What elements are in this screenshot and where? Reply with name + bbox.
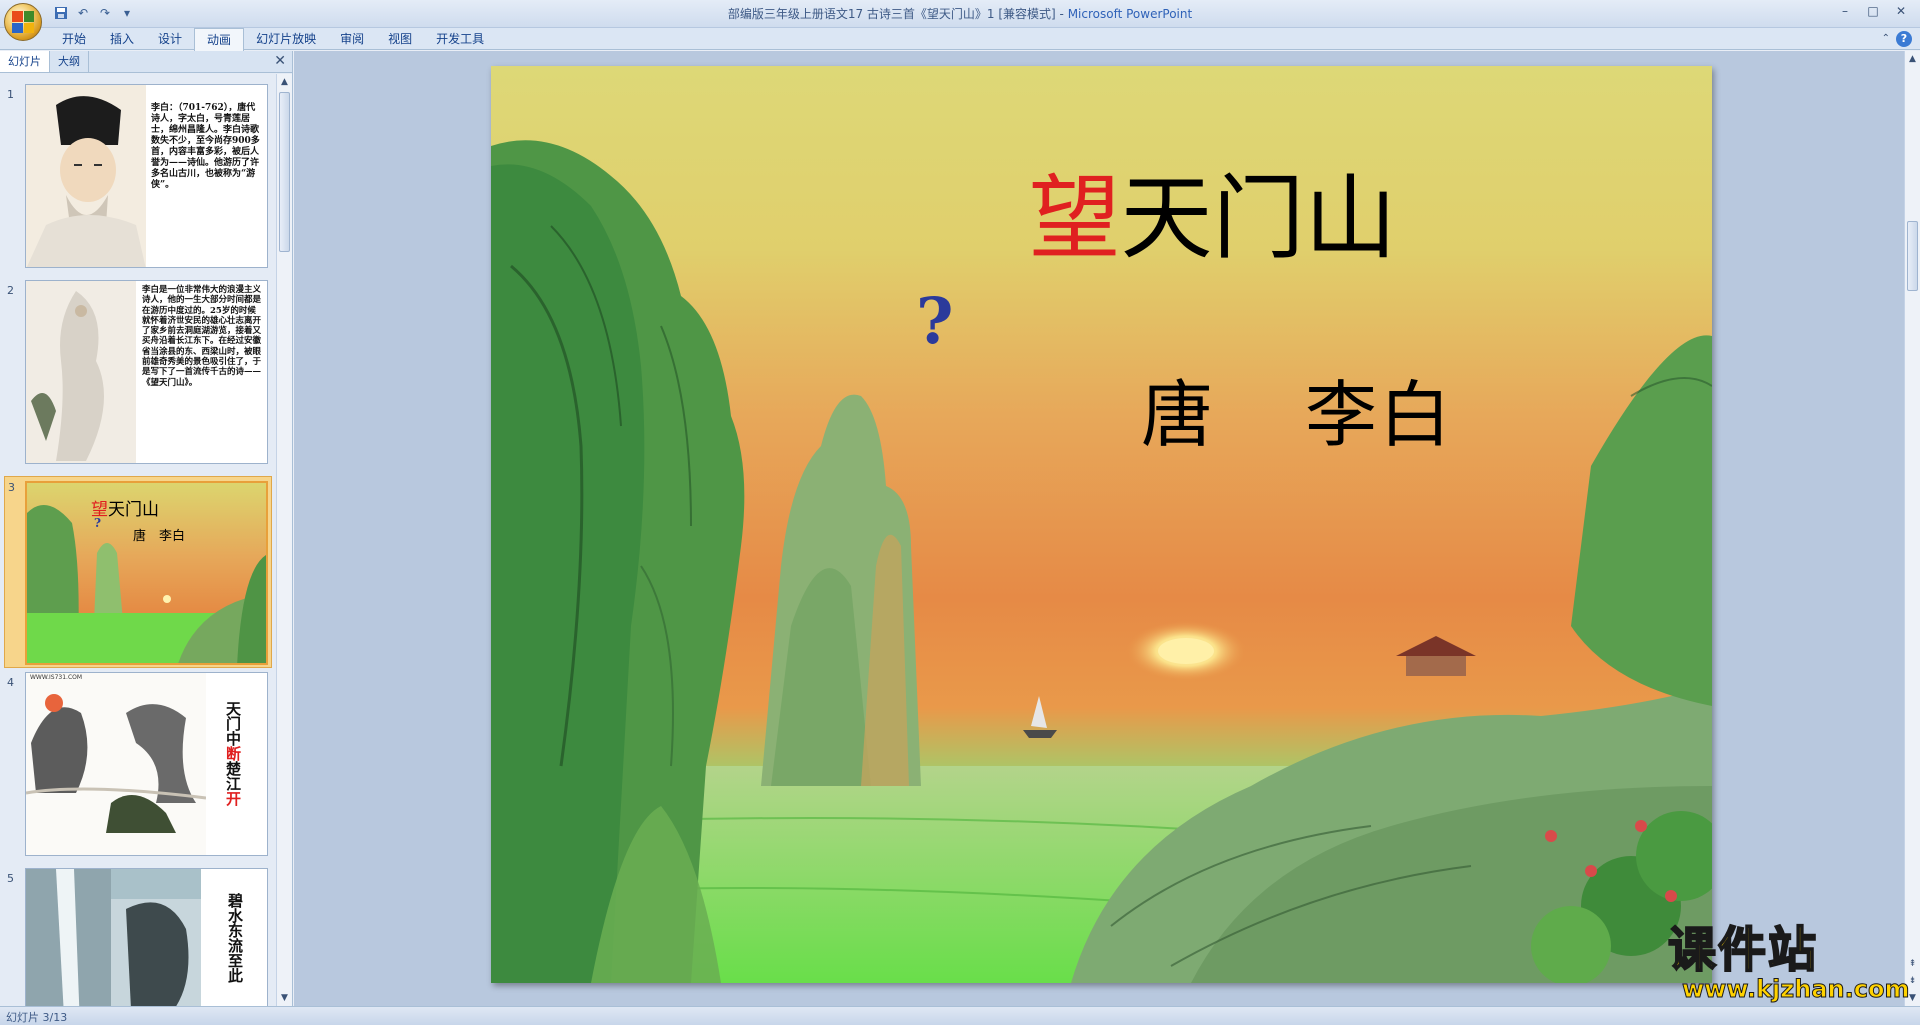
slide-text: 李白是一位非常伟大的浪漫主义诗人，他的一生大部分时间都是在游历中度过的。25岁的…	[142, 285, 262, 388]
slide-preview[interactable]: 望天门山 ? 唐 李白	[25, 481, 268, 665]
ink-painting-image	[26, 673, 206, 855]
tab-slides[interactable]: 幻灯片	[0, 51, 50, 72]
slide-number: 1	[7, 88, 14, 101]
window-title: 部编版三年级上册语文17 古诗三首《望天门山》1 [兼容模式] - Micros…	[0, 5, 1920, 22]
status-bar: 幻灯片 3/13	[0, 1006, 1920, 1025]
slide-preview[interactable]: 碧水东流至此	[25, 868, 268, 1006]
tab-slideshow[interactable]: 幻灯片放映	[244, 28, 328, 50]
slide-number: 5	[7, 872, 14, 885]
slide-editing-area: 望天门山 ? 唐 李白	[294, 51, 1904, 1006]
question-mark: ?	[94, 516, 102, 530]
slide-author: 唐 李白	[133, 529, 186, 544]
watermark-text: 课件站	[1667, 922, 1819, 978]
tab-outline[interactable]: 大纲	[50, 51, 89, 72]
slide-preview[interactable]: WWW.IS731.COM 天门中断楚江开	[25, 672, 268, 856]
slide-vertical-text: 天门中断楚江开	[224, 701, 242, 806]
title-highlight: 望	[1028, 165, 1121, 272]
tab-design[interactable]: 设计	[146, 28, 194, 50]
waterfall-image	[26, 869, 201, 1006]
office-button[interactable]	[4, 3, 42, 41]
dynasty: 唐	[1141, 373, 1216, 457]
slide-counter: 幻灯片 3/13	[6, 1011, 68, 1024]
slide-preview[interactable]: 李白：（701-762），唐代诗人，字太白，号青莲居士，绵州昌隆人。李白诗歌数失…	[25, 84, 268, 268]
office-logo-icon	[12, 11, 34, 33]
slide-thumbnail-list: 1 李白：（701-762），唐代诗人，字太白，号青莲居士，绵州昌隆人。李白诗歌…	[0, 74, 276, 1006]
scrollbar-thumb[interactable]	[279, 92, 290, 252]
document-title: 部编版三年级上册语文17 古诗三首《望天门山》1 [兼容模式]	[727, 7, 1056, 21]
slide-thumbnail-5[interactable]: 5 碧水东流至此	[0, 868, 276, 1006]
slide-author[interactable]: 唐 李白	[1141, 356, 1453, 461]
tab-insert[interactable]: 插入	[98, 28, 146, 50]
minimize-button[interactable]: –	[1832, 2, 1858, 20]
slide-thumbnail-1[interactable]: 1 李白：（701-762），唐代诗人，字太白，号青莲居士，绵州昌隆人。李白诗歌…	[0, 84, 276, 280]
title-separator: -	[1055, 7, 1068, 21]
vertical-text-black-2: 楚江	[224, 761, 242, 791]
current-slide[interactable]: 望天门山 ? 唐 李白	[491, 66, 1712, 983]
title-bar: ↶ ↷ ▾ 部编版三年级上册语文17 古诗三首《望天门山》1 [兼容模式] - …	[0, 0, 1920, 41]
app-name: Microsoft PowerPoint	[1067, 7, 1193, 21]
watermark-url: www.kjzhan.com	[1682, 975, 1910, 1003]
pane-tabs: 幻灯片 大纲 ✕	[0, 51, 292, 73]
scroll-up-icon[interactable]: ▲	[1905, 51, 1920, 67]
source-text: WWW.IS731.COM	[30, 674, 83, 681]
slide-thumbnail-3[interactable]: 3 望天门山 ? 唐 李白	[4, 476, 272, 668]
scroll-up-icon[interactable]: ▲	[277, 74, 292, 90]
poet-painting-image	[26, 281, 136, 463]
slide-title: 望天门山	[91, 495, 159, 520]
portrait-image	[26, 85, 146, 267]
slide-preview[interactable]: 李白是一位非常伟大的浪漫主义诗人，他的一生大部分时间都是在游历中度过的。25岁的…	[25, 280, 268, 464]
tab-view[interactable]: 视图	[376, 28, 424, 50]
tab-review[interactable]: 审阅	[328, 28, 376, 50]
vertical-text-red: 断	[224, 746, 242, 761]
slide-number: 4	[7, 676, 14, 689]
vertical-text-black: 天门中	[224, 701, 242, 746]
window-controls: – □ ✕	[1832, 2, 1914, 20]
slide-thumbnail-2[interactable]: 2 李白是一位非常伟大的浪漫主义诗人，他的一生大部分时间都是在游历中度过的。25…	[0, 280, 276, 476]
scroll-down-icon[interactable]: ▼	[277, 990, 292, 1006]
main-scrollbar[interactable]: ▲ ⇞ ⇟ ▼	[1904, 51, 1920, 1006]
tab-developer[interactable]: 开发工具	[424, 28, 496, 50]
slide-number: 2	[7, 284, 14, 297]
slide-title[interactable]: 望天门山	[491, 164, 1712, 274]
tab-home[interactable]: 开始	[50, 28, 98, 50]
author-name: 李白	[1305, 373, 1454, 457]
maximize-button[interactable]: □	[1860, 2, 1886, 20]
tab-animations[interactable]: 动画	[194, 28, 245, 51]
pane-close-icon[interactable]: ✕	[274, 53, 286, 69]
vertical-text-red-2: 开	[224, 791, 242, 806]
scrollbar-thumb[interactable]	[1907, 221, 1918, 291]
ribbon-tabs: 开始 插入 设计 动画 幻灯片放映 审阅 视图 开发工具	[50, 28, 496, 51]
question-mark: ?	[916, 284, 954, 359]
ribbon-minimize-icon[interactable]: ⌃	[1882, 33, 1890, 44]
slide-thumbnail-4[interactable]: 4 WWW.IS731.COM 天门中断楚江开	[0, 672, 276, 868]
slide-number: 3	[8, 481, 15, 494]
title-rest: 天门山	[108, 500, 159, 520]
site-watermark: 课件站 www.kjzhan.com	[1667, 922, 1910, 1004]
title-rest: 天门山	[1120, 165, 1397, 272]
slides-pane: 幻灯片 大纲 ✕ 1 李白：（701-762），唐代诗人，字太白，号青莲居士，绵…	[0, 51, 293, 1006]
slide-vertical-text: 碧水东流至此	[226, 893, 244, 983]
help-icon[interactable]: ?	[1896, 31, 1912, 47]
ribbon: 开始 插入 设计 动画 幻灯片放映 审阅 视图 开发工具 ⌃ ?	[0, 28, 1920, 51]
close-button[interactable]: ✕	[1888, 2, 1914, 20]
slide-text: 李白：（701-762），唐代诗人，字太白，号青莲居士，绵州昌隆人。李白诗歌数失…	[151, 103, 260, 190]
slides-pane-scrollbar[interactable]: ▲ ▼	[276, 74, 292, 1006]
